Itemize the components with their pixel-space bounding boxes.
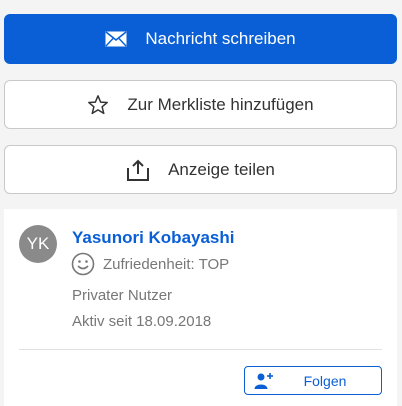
share-icon: [126, 159, 150, 181]
divider: [19, 349, 382, 350]
share-listing-label: Anzeige teilen: [168, 159, 275, 179]
satisfaction-rating: Zufriedenheit: TOP: [71, 252, 229, 276]
satisfaction-text: Zufriedenheit: TOP: [103, 255, 230, 273]
seller-name-link[interactable]: Yasunori Kobayashi: [72, 228, 235, 248]
add-to-watchlist-button[interactable]: Zur Merkliste hinzufügen: [4, 80, 397, 129]
write-message-label: Nachricht schreiben: [145, 29, 296, 48]
seller-card: YK Yasunori Kobayashi Zufriedenheit: TOP…: [4, 209, 397, 406]
star-icon: [87, 94, 109, 116]
avatar: YK: [19, 225, 57, 263]
share-listing-button[interactable]: Anzeige teilen: [4, 145, 397, 194]
smiley-icon: [71, 252, 95, 276]
follow-button[interactable]: Folgen: [244, 366, 382, 395]
seller-type: Privater Nutzer: [72, 287, 173, 304]
follow-label: Folgen: [303, 372, 347, 389]
add-to-watchlist-label: Zur Merkliste hinzufügen: [127, 94, 314, 114]
active-since: Aktiv seit 18.09.2018: [72, 313, 212, 330]
envelope-icon: [105, 31, 127, 47]
write-message-button[interactable]: Nachricht schreiben: [4, 14, 397, 64]
